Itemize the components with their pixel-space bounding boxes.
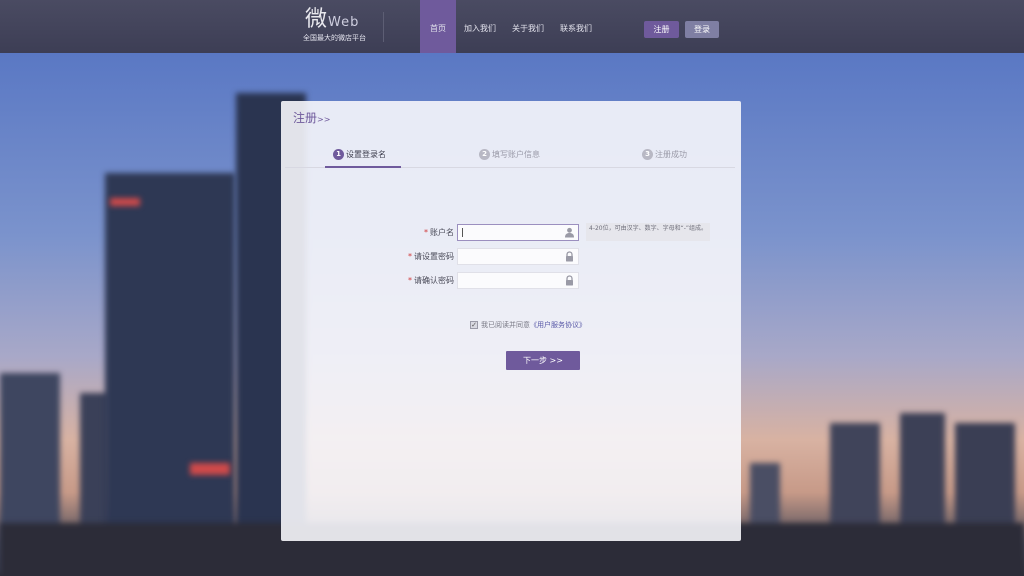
logo-tagline: 全国最大的微店平台 (303, 34, 366, 42)
logo[interactable]: 微Web 全国最大的微店平台 (300, 6, 372, 46)
agree-text: 我已阅读并同意 (481, 321, 530, 329)
account-row: * 账户名 4-20位，可由汉字、数字、字母和“-”组成。 (281, 223, 741, 242)
login-button[interactable]: 登录 (685, 21, 719, 38)
nav-item-join-us[interactable]: 加入我们 (456, 0, 504, 53)
account-hint: 4-20位，可由汉字、数字、字母和“-”组成。 (586, 223, 710, 241)
lock-icon (566, 275, 573, 286)
account-label: * 账户名 (424, 228, 454, 237)
nav-item-about-us[interactable]: 关于我们 (504, 0, 552, 53)
top-header: 微Web 全国最大的微店平台 首页 加入我们 关于我们 联系我们 注册 登录 (0, 0, 1024, 53)
step-3-label: 注册成功 (655, 150, 687, 159)
main-nav: 首页 加入我们 关于我们 联系我们 (420, 0, 600, 53)
confirm-password-row: * 请确认密码 (281, 272, 741, 290)
user-icon (565, 227, 574, 238)
step-3: 3 注册成功 (642, 149, 687, 160)
page-title: 注册>> (293, 111, 331, 125)
password-input[interactable] (457, 248, 579, 265)
step-2-number: 2 (479, 149, 490, 160)
account-input[interactable] (457, 224, 579, 241)
step-1-label: 设置登录名 (346, 150, 386, 159)
nav-item-home[interactable]: 首页 (420, 0, 456, 53)
password-label: * 请设置密码 (408, 252, 454, 261)
next-step-button[interactable]: 下一步 >> (506, 351, 580, 370)
lock-icon (566, 251, 573, 262)
active-step-underline (325, 166, 401, 168)
step-3-number: 3 (642, 149, 653, 160)
password-row: * 请设置密码 (281, 248, 741, 266)
agree-checkbox[interactable]: ✓ (470, 321, 478, 329)
register-button[interactable]: 注册 (644, 21, 679, 38)
step-indicator: 1 设置登录名 2 填写账户信息 3 注册成功 (285, 148, 735, 168)
step-1-number: 1 (333, 149, 344, 160)
confirm-password-label: * 请确认密码 (408, 276, 454, 285)
register-card: 注册>> 1 设置登录名 2 填写账户信息 3 注册成功 * 账户名 4-20位，… (281, 101, 741, 541)
header-divider (383, 12, 384, 42)
confirm-password-input[interactable] (457, 272, 579, 289)
agreement-row: ✓ 我已阅读并同意 《用户服务协议》 (470, 320, 586, 330)
step-1: 1 设置登录名 (333, 149, 386, 160)
nav-item-contact-us[interactable]: 联系我们 (552, 0, 600, 53)
user-agreement-link[interactable]: 《用户服务协议》 (530, 320, 586, 330)
step-2-label: 填写账户信息 (492, 150, 540, 159)
step-2: 2 填写账户信息 (479, 149, 540, 160)
text-caret (462, 228, 463, 237)
